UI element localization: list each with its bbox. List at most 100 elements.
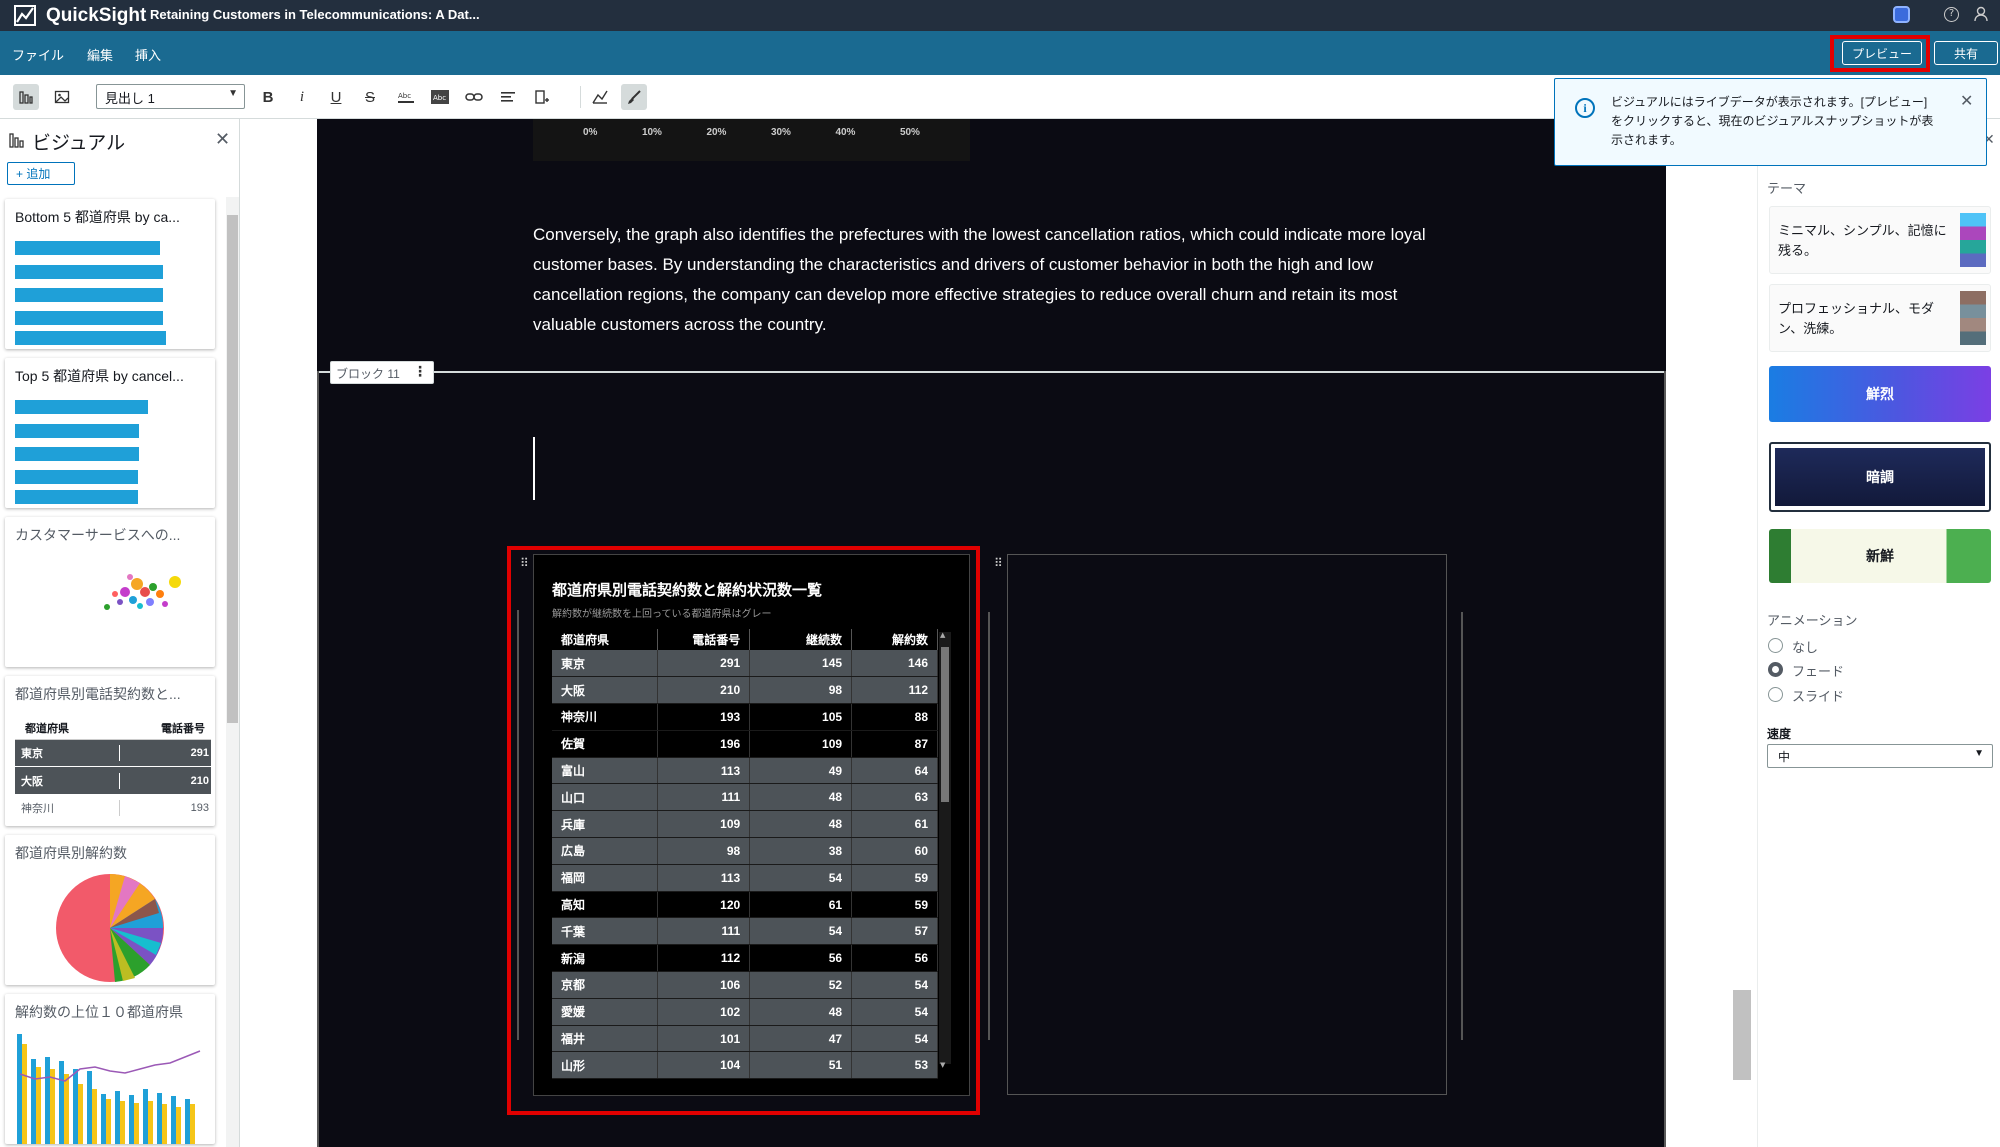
visual-resize-handle[interactable] [1461, 612, 1463, 1040]
bar [15, 447, 139, 461]
left-scrollbar-thumb[interactable] [227, 215, 238, 723]
visual-card-cancellations-pie[interactable]: 都道府県別解約数 [5, 835, 215, 985]
align-left-icon[interactable] [495, 84, 521, 110]
quicksight-logo-icon[interactable] [14, 5, 36, 26]
canvas-scrollbar-thumb[interactable] [1733, 990, 1751, 1080]
theme-palette-swatch [1960, 213, 1986, 267]
table-cell: 54 [749, 864, 853, 892]
table-cell: 291 [657, 650, 751, 678]
table-cell: 京都 [552, 971, 659, 999]
table-row[interactable]: 広島 98 38 60 [552, 837, 938, 865]
close-icon[interactable]: ✕ [215, 129, 230, 150]
table-row[interactable]: 東京 291 145 146 [552, 650, 938, 678]
visual-card-bottom5[interactable]: Bottom 5 都道府県 by ca... [5, 199, 215, 349]
text-color-icon[interactable]: Abc [393, 84, 419, 110]
table-cell: 高知 [552, 891, 659, 919]
visual-card-top5[interactable]: Top 5 都道府県 by cancel... [5, 358, 215, 508]
table-scrollbar-thumb[interactable] [941, 647, 949, 802]
column-header[interactable]: 継続数 [749, 629, 853, 650]
strikethrough-button[interactable]: S [357, 84, 383, 110]
table-row[interactable]: 京都 106 52 54 [552, 971, 938, 999]
table-row[interactable]: 山口 111 48 63 [552, 783, 938, 812]
text-cursor[interactable] [533, 437, 535, 500]
visual-resize-handle[interactable] [988, 612, 990, 1040]
image-icon[interactable] [49, 84, 75, 110]
table-cell: 88 [851, 703, 938, 731]
table-row[interactable]: 兵庫 109 48 61 [552, 810, 938, 839]
table-row[interactable]: 愛媛 102 48 54 [552, 998, 938, 1026]
animation-radio-slide[interactable] [1768, 687, 1783, 702]
animation-option-label[interactable]: スライド [1792, 686, 1844, 705]
extension-icon[interactable] [1893, 6, 1910, 23]
table-row[interactable]: 神奈川 193 105 88 [552, 703, 938, 731]
empty-visual-placeholder[interactable] [1007, 554, 1447, 1095]
table-cell: 48 [749, 810, 853, 839]
theme-card-vivid[interactable]: 鮮烈 [1769, 366, 1991, 422]
scatter-thumbnail [104, 574, 181, 610]
table-row[interactable]: 千葉 111 54 57 [552, 917, 938, 946]
visual-resize-handle[interactable] [517, 610, 519, 1040]
theme-card-dark[interactable]: 暗調 [1769, 442, 1991, 512]
visual-card-customer-service[interactable]: カスタマーサービスへの... [5, 517, 215, 667]
animation-option-label[interactable]: フェード [1792, 661, 1844, 680]
table-cell: 富山 [552, 757, 659, 785]
menu-edit[interactable]: 編集 [87, 45, 113, 64]
underline-button[interactable]: U [323, 84, 349, 110]
text-style-select[interactable]: 見出し 1 ▼ [96, 84, 245, 109]
table-row[interactable]: 新潟 112 56 56 [552, 944, 938, 973]
mini-table-header: 電話番号 [161, 722, 205, 735]
app-name[interactable]: QuickSight [46, 4, 146, 27]
bold-button[interactable]: B [255, 84, 281, 110]
bar [15, 470, 138, 484]
table-row[interactable]: 高知 120 61 59 [552, 891, 938, 919]
scroll-up-icon[interactable]: ▲ [940, 631, 945, 639]
visual-card-top10[interactable]: 解約数の上位１０都道府県 [5, 994, 215, 1144]
column-header[interactable]: 解約数 [851, 629, 938, 650]
theme-card-professional[interactable]: プロフェッショナル、モダン、洗練。 [1769, 284, 1991, 352]
table-row[interactable]: 山形 104 51 53 [552, 1051, 938, 1080]
add-visual-button[interactable]: + 追加 [7, 162, 75, 185]
theme-card-minimal[interactable]: ミニマル、シンプル、記憶に残る。 [1769, 206, 1991, 274]
paint-brush-icon[interactable] [621, 84, 647, 110]
visuals-panel-title: ビジュアル [32, 133, 126, 154]
visuals-panel-icon[interactable] [13, 84, 39, 110]
animation-radio-fade[interactable] [1768, 662, 1783, 677]
table-row[interactable]: 大阪 210 98 112 [552, 676, 938, 705]
user-icon[interactable] [1974, 6, 1988, 22]
table-cell: 104 [657, 1051, 751, 1080]
table-cell: 60 [851, 837, 938, 865]
table-row[interactable]: 佐賀 196 109 87 [552, 730, 938, 758]
preview-button[interactable]: プレビュー [1842, 41, 1922, 65]
table-cell: 98 [657, 837, 751, 865]
close-icon[interactable]: ✕ [1960, 91, 1973, 110]
link-icon[interactable] [461, 84, 487, 110]
table-row[interactable]: 富山 113 49 64 [552, 757, 938, 785]
chart-style-icon[interactable] [587, 84, 613, 110]
drag-handle-icon[interactable]: ⠿ [994, 556, 1003, 570]
theme-card-fresh[interactable]: 新鮮 [1769, 529, 1991, 583]
column-header[interactable]: 都道府県 [552, 629, 659, 650]
story-paragraph[interactable]: Conversely, the graph also identifies th… [533, 220, 1436, 340]
help-icon[interactable]: ? [1944, 7, 1959, 22]
highlight-color-icon[interactable]: Abc [427, 84, 453, 110]
drag-handle-icon[interactable]: ⠿ [520, 556, 529, 570]
block-menu-icon[interactable]: ⋮ [412, 364, 428, 382]
scroll-down-icon[interactable]: ▼ [940, 1061, 945, 1069]
table-row[interactable]: 福井 101 47 54 [552, 1025, 938, 1053]
animation-radio-none[interactable] [1768, 638, 1783, 653]
italic-button[interactable]: i [289, 84, 315, 110]
table-cell: 146 [851, 650, 938, 678]
insert-block-icon[interactable] [529, 84, 555, 110]
speed-select[interactable]: 中 ▼ [1767, 744, 1993, 768]
table-row[interactable]: 福岡 113 54 59 [552, 864, 938, 892]
table-visual[interactable]: 都道府県別電話契約数と解約状況数一覧 解約数が継続数を上回っている都道府県はグレ… [533, 554, 970, 1096]
add-visual-label: 追加 [26, 167, 51, 181]
column-header[interactable]: 電話番号 [657, 629, 751, 650]
menu-insert[interactable]: 挿入 [135, 45, 161, 64]
document-title[interactable]: Retaining Customers in Telecommunication… [150, 7, 480, 22]
visual-card-phone-contracts[interactable]: 都道府県別電話契約数と... 都道府県 電話番号 東京 291 大阪 210 神… [5, 676, 215, 826]
animation-option-label[interactable]: なし [1792, 637, 1818, 656]
menu-file[interactable]: ファイル [12, 45, 64, 64]
table-cell: 109 [657, 810, 751, 839]
share-button[interactable]: 共有 [1934, 41, 1998, 65]
